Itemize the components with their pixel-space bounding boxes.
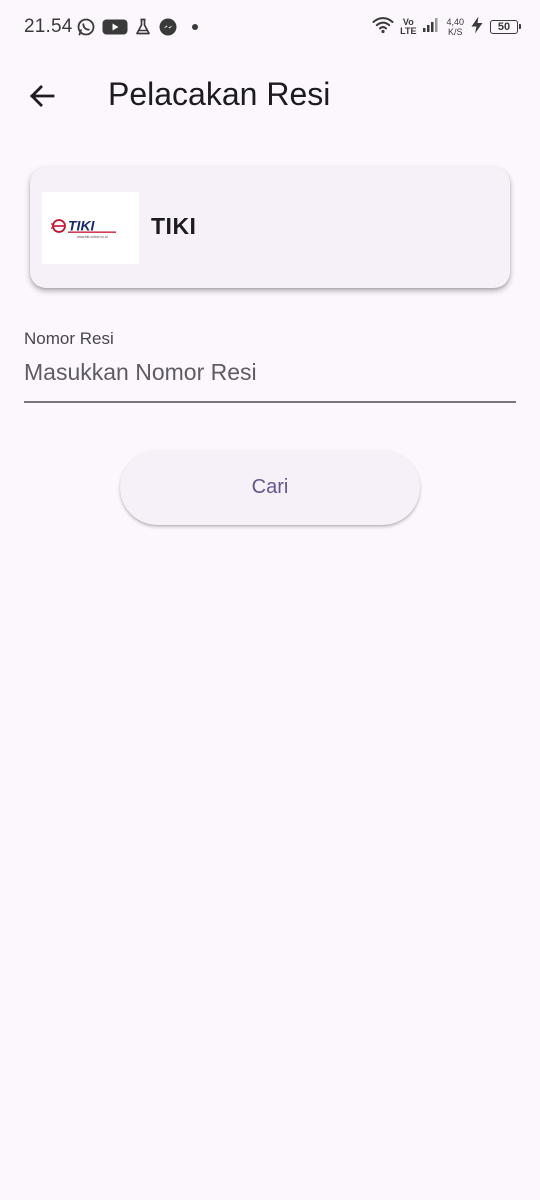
system-icons: Vo LTE 4,40 K/S 50	[372, 14, 521, 40]
dot-icon	[192, 24, 198, 30]
volte-indicator: Vo LTE	[400, 18, 416, 36]
network-speed: 4,40 K/S	[446, 17, 464, 37]
status-bar: 21.54 Vo LTE 4,40 K/S 50	[0, 0, 540, 56]
page-title: Pelacakan Resi	[108, 76, 331, 112]
courier-card[interactable]: TIKI www.tiki-online.co.id TIKI	[30, 167, 510, 288]
courier-name: TIKI	[151, 213, 197, 239]
flask-icon	[134, 17, 152, 37]
back-button[interactable]	[18, 74, 66, 122]
signal-icon	[422, 17, 440, 38]
notification-icons	[76, 16, 198, 38]
messenger-icon	[158, 17, 178, 37]
field-underline	[24, 401, 516, 403]
status-time: 21.54	[24, 16, 73, 37]
charging-icon	[470, 16, 484, 39]
arrow-back-icon	[28, 82, 56, 115]
tiki-logo-icon: TIKI www.tiki-online.co.id	[50, 218, 116, 239]
tracking-number-field: Nomor Resi	[24, 320, 516, 403]
tracking-number-label: Nomor Resi	[24, 329, 114, 348]
speed-unit: K/S	[447, 27, 463, 37]
courier-logo: TIKI www.tiki-online.co.id	[42, 192, 139, 264]
wifi-icon	[372, 16, 394, 39]
logo-text: TIKI	[68, 218, 96, 234]
app-bar: Pelacakan Resi	[0, 56, 540, 136]
tracking-number-input[interactable]	[24, 352, 516, 392]
logo-subtext: www.tiki-online.co.id	[77, 235, 108, 239]
youtube-icon	[102, 17, 128, 37]
whatsapp-icon	[76, 17, 96, 37]
battery-icon: 50	[490, 20, 521, 34]
speed-value: 4,40	[446, 17, 464, 27]
search-button[interactable]: Cari	[120, 450, 420, 525]
volte-bottom: LTE	[400, 26, 417, 36]
